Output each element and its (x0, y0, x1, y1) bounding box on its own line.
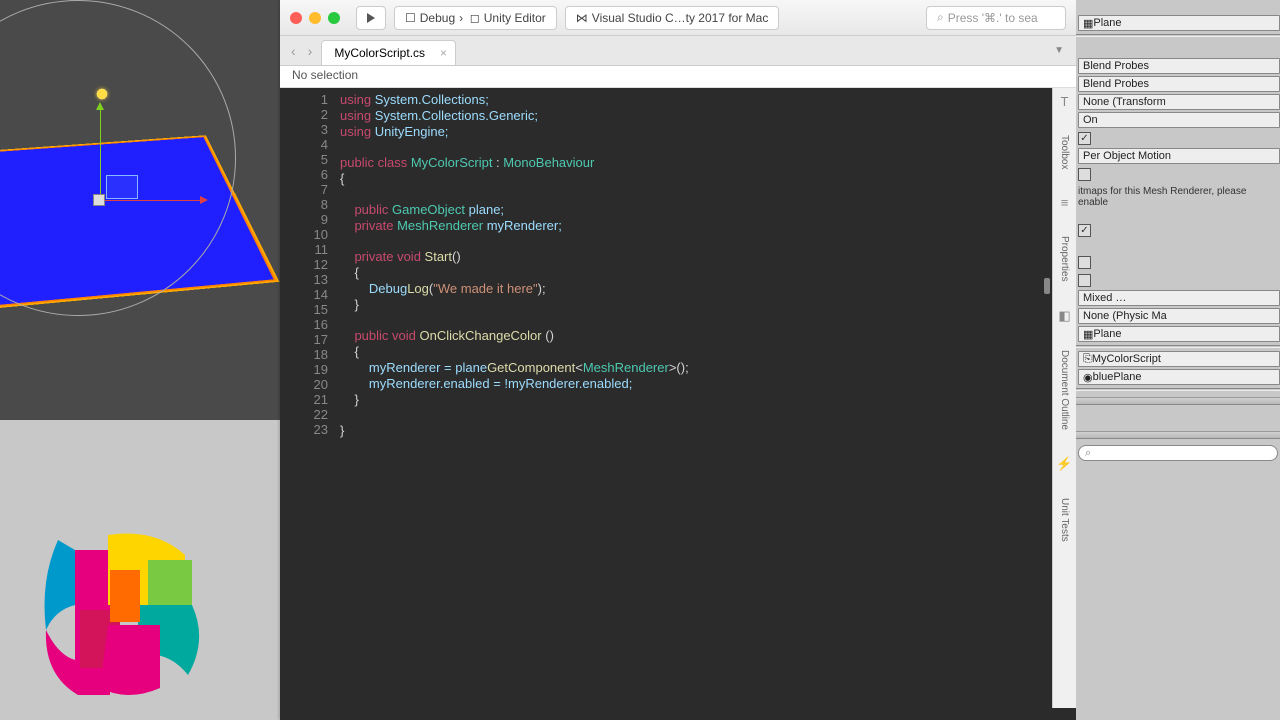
search-field[interactable]: ⌕ Press '⌘.' to sea (926, 6, 1066, 30)
code-content[interactable]: ✓using System.Collections; using System.… (340, 88, 1076, 720)
anchor-field[interactable]: None (Transform (1078, 94, 1280, 110)
light-icon[interactable] (90, 82, 114, 106)
line-gutter: 1234567891011121314151617181920212223 (280, 88, 340, 720)
unity-inspector: ▦ Plane Blend Probes Blend Probes None (… (1076, 0, 1280, 720)
app-title: ⋈ Visual Studio C…ty 2017 for Mac (565, 6, 780, 30)
titlebar: ☐ Debug › ◻ Unity Editor ⋈ Visual Studio… (280, 0, 1076, 36)
close-button[interactable] (290, 12, 302, 24)
panel-resize-grip-2[interactable] (1076, 431, 1280, 439)
gizmo-plane-handle[interactable] (106, 175, 138, 199)
editor-window: ☐ Debug › ◻ Unity Editor ⋈ Visual Studio… (280, 0, 1076, 720)
checkbox-a[interactable] (1078, 256, 1091, 269)
panel-resize-grip[interactable] (1076, 397, 1280, 405)
minimize-button[interactable] (309, 12, 321, 24)
lightmap-static-checkbox[interactable] (1078, 168, 1091, 181)
zoom-button[interactable] (328, 12, 340, 24)
toolbox-tab[interactable]: Toolbox (1057, 129, 1072, 175)
scene-canvas[interactable] (0, 0, 280, 420)
tag-field[interactable]: Mixed … (1078, 290, 1280, 306)
lightmap-message: itmaps for this Mesh Renderer, please en… (1076, 183, 1280, 211)
checkbox-b[interactable] (1078, 274, 1091, 287)
properties-tab[interactable]: Properties (1057, 230, 1072, 288)
window-controls (290, 12, 340, 24)
gizmo-center[interactable] (93, 194, 105, 206)
doc-outline-tab[interactable]: Document Outline (1057, 344, 1072, 436)
unit-tests-tab[interactable]: Unit Tests (1057, 492, 1072, 548)
breadcrumb[interactable]: No selection (280, 66, 1076, 88)
scroll-indicator[interactable] (1044, 278, 1050, 294)
code-editor[interactable]: 1234567891011121314151617181920212223 ✓u… (280, 88, 1076, 720)
script-field[interactable]: ⎘ MyColorScript (1078, 351, 1280, 367)
tab-dropdown-icon[interactable]: ▼ (1050, 41, 1068, 60)
logo-graphic (20, 510, 240, 710)
file-tab[interactable]: MyColorScript.cs× (321, 40, 456, 65)
side-panel-tabs: T Toolbox ≡ Properties ◧ Document Outlin… (1052, 88, 1076, 708)
reflection-probes-field[interactable]: Blend Probes (1078, 76, 1280, 92)
material-field[interactable]: None (Physic Ma (1078, 308, 1280, 324)
mesh-ref-field[interactable]: ▦ Plane (1078, 326, 1280, 342)
run-button[interactable] (356, 6, 386, 30)
receive-shadows-checkbox[interactable]: ✓ (1078, 132, 1091, 145)
scene-bottom-panel (0, 420, 280, 505)
tests-icon[interactable]: ⚡ (1056, 456, 1072, 472)
mesh-field[interactable]: ▦ Plane (1078, 15, 1280, 31)
toolbox-icon[interactable]: T (1061, 94, 1069, 109)
close-tab-icon[interactable]: × (440, 46, 447, 60)
nav-back-icon[interactable]: ‹ (288, 43, 299, 59)
plane-ref-field[interactable]: ◉ bluePlane (1078, 369, 1280, 385)
light-probes-field[interactable]: Blend Probes (1078, 58, 1280, 74)
cast-shadows-field[interactable]: On (1078, 112, 1280, 128)
config-selector[interactable]: ☐ Debug › ◻ Unity Editor (394, 6, 557, 30)
project-search[interactable] (1078, 445, 1278, 461)
gizmo-y-axis[interactable] (100, 110, 101, 200)
properties-icon[interactable]: ≡ (1061, 195, 1069, 210)
gizmo-x-axis[interactable] (100, 200, 200, 201)
unity-scene-view (0, 0, 280, 505)
dynamic-occluded-checkbox[interactable]: ✓ (1078, 224, 1091, 237)
motion-vectors-field[interactable]: Per Object Motion (1078, 148, 1280, 164)
outline-icon[interactable]: ◧ (1058, 308, 1070, 324)
nav-fwd-icon[interactable]: › (305, 43, 316, 59)
tab-bar: ‹ › MyColorScript.cs× ▼ (280, 36, 1076, 66)
play-icon (367, 13, 375, 23)
